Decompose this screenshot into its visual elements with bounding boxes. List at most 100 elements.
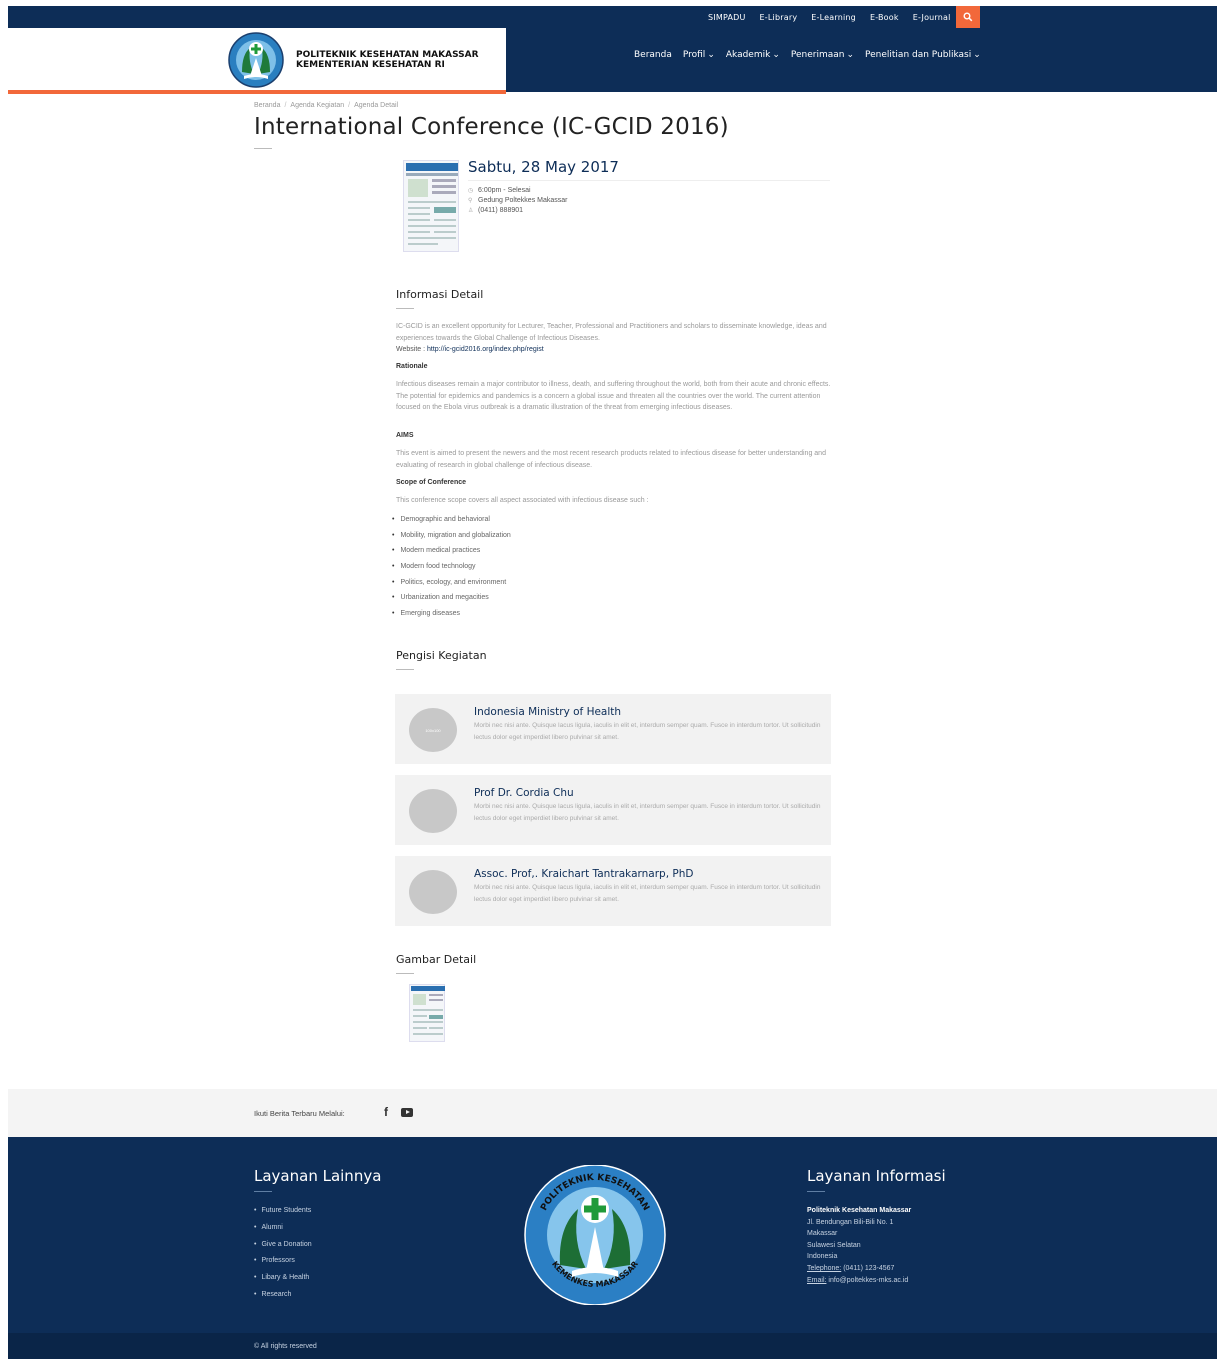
contact-country: Indonesia [807, 1253, 838, 1261]
list-item: Politics, ecology, and environment [392, 577, 511, 593]
event-place: Gedung Poltekkes Makassar [478, 197, 568, 204]
speaker-card[interactable]: Assoc. Prof,. Kraichart Tantrakarnarp, P… [395, 856, 831, 926]
logo-line-1: POLITEKNIK KESEHATAN MAKASSAR [296, 50, 479, 60]
nav-penerimaan[interactable]: Penerimaan ⌄ [791, 50, 854, 60]
nav-beranda[interactable]: Beranda [634, 50, 672, 60]
event-place-row: ⚲ Gedung Poltekkes Makassar [468, 197, 568, 204]
toplink-ebook[interactable]: E-Book [870, 13, 899, 22]
breadcrumb-agenda[interactable]: Agenda Kegiatan [290, 102, 344, 109]
footer-underline [254, 1191, 272, 1192]
social-strip: Ikuti Berita Terbaru Melalui: f [8, 1089, 1217, 1137]
gallery-image[interactable] [409, 984, 445, 1042]
toplink-simpadu[interactable]: SIMPADU [708, 13, 746, 22]
breadcrumb-separator: / [348, 102, 351, 109]
footer-link[interactable]: Give a Donation [254, 1241, 311, 1258]
avatar [409, 789, 457, 833]
footer-links: Future Students Alumni Give a Donation P… [254, 1207, 312, 1308]
poster-image-icon [411, 986, 445, 1035]
clock-icon: ◷ [468, 188, 474, 194]
scope-intro: This conference scope covers all aspect … [396, 497, 649, 504]
section-underline [396, 973, 414, 974]
speaker-description: Morbi nec nisi ante. Quisque lacus ligul… [474, 722, 821, 741]
nav-penelitian[interactable]: Penelitian dan Publikasi ⌄ [865, 50, 981, 60]
speaker-description: Morbi nec nisi ante. Quisque lacus ligul… [474, 803, 821, 822]
poltekkes-emblem-icon: POLITEKNIK KESEHATAN KEMENKES MAKASSAR [524, 1165, 666, 1305]
search-button[interactable] [956, 6, 980, 28]
aims-label: AIMS [396, 432, 414, 439]
footer-title-layanan-informasi: Layanan Informasi [807, 1167, 946, 1185]
nav-penerimaan-label: Penerimaan [790, 50, 845, 60]
email-label: Email: [807, 1276, 827, 1284]
contact-city: Makassar [807, 1230, 838, 1238]
list-item: Emerging diseases [392, 608, 511, 624]
speaker-card[interactable]: 100x100 Indonesia Ministry of Health Mor… [395, 694, 831, 764]
footer-link[interactable]: Alumni [254, 1224, 312, 1241]
speaker-name[interactable]: Indonesia Ministry of Health [474, 706, 621, 718]
nav-profil-label: Profil [682, 50, 706, 60]
footer-underline [807, 1191, 825, 1192]
speaker-name[interactable]: Assoc. Prof,. Kraichart Tantrakarnarp, P… [474, 868, 693, 880]
section-title-pengisi: Pengisi Kegiatan [396, 649, 487, 662]
contact-phone: (0411) 123-4567 [841, 1264, 895, 1272]
toplink-ejournal[interactable]: E-Journal [913, 13, 951, 22]
logo-line-2: KEMENTERIAN KESEHATAN RI [296, 60, 445, 70]
toplink-elearning[interactable]: E-Learning [811, 13, 856, 22]
list-item: Modern medical practices [392, 545, 511, 561]
logo-area[interactable]: POLITEKNIK KESEHATAN MAKASSAR KEMENTERIA… [8, 28, 506, 94]
chevron-down-icon: ⌄ [707, 50, 715, 60]
top-links: SIMPADU E-Library E-Learning E-Book E-Jo… [708, 6, 951, 28]
breadcrumb-beranda[interactable]: Beranda [254, 102, 280, 109]
facebook-icon[interactable]: f [384, 1105, 388, 1119]
section-title-informasi: Informasi Detail [396, 288, 484, 301]
main-nav: Beranda Profil ⌄ Akademik ⌄ Penerimaan ⌄ Pe… [634, 50, 981, 60]
list-item: Demographic and behavioral [392, 514, 511, 530]
nav-penelitian-label: Penelitian dan Publikasi [865, 50, 972, 60]
contact-address: Jl. Bendungan Bili-Bili No. 1 [807, 1218, 894, 1226]
footer: Layanan Lainnya Future Students Alumni G… [8, 1137, 1217, 1333]
poster-image-icon [406, 163, 458, 245]
footer-link[interactable]: Libary & Health [254, 1274, 312, 1291]
section-title-gambar: Gambar Detail [396, 953, 477, 966]
avatar [409, 870, 457, 914]
breadcrumb-current: Agenda Detail [354, 102, 399, 109]
list-item: Mobility, migration and globalization [392, 530, 510, 546]
event-time-row: ◷ 6:00pm - Selesai [468, 187, 531, 194]
website-label: Website : [396, 346, 427, 354]
speaker-description: Morbi nec nisi ante. Quisque lacus ligul… [474, 884, 821, 903]
social-label: Ikuti Berita Terbaru Melalui: [254, 1109, 345, 1118]
scope-list: Demographic and behavioral Mobility, mig… [392, 514, 511, 624]
scope-label: Scope of Conference [396, 479, 467, 486]
copyright: © All rights reserved [254, 1343, 317, 1350]
nav-profil[interactable]: Profil ⌄ [683, 50, 715, 60]
phone-label: Telephone: [807, 1264, 842, 1272]
youtube-icon[interactable] [401, 1108, 413, 1117]
nav-akademik[interactable]: Akademik ⌄ [726, 50, 780, 60]
event-poster-thumbnail[interactable] [403, 160, 459, 252]
footer-link[interactable]: Future Students [254, 1207, 312, 1224]
footer-title-layanan-lainnya: Layanan Lainnya [254, 1167, 382, 1185]
event-phone: (0411) 888901 [478, 207, 524, 214]
site-header: POLITEKNIK KESEHATAN MAKASSAR KEMENTERIA… [8, 28, 1217, 94]
avatar: 100x100 [409, 708, 457, 752]
rationale-paragraph: Infectious diseases remain a major contr… [396, 381, 831, 412]
logo-text: POLITEKNIK KESEHATAN MAKASSAR KEMENTERIA… [296, 50, 479, 70]
toplink-elibrary[interactable]: E-Library [760, 13, 798, 22]
chevron-down-icon: ⌄ [846, 50, 855, 60]
intro-paragraph: IC-GCID is an excellent opportunity for … [396, 321, 834, 356]
event-time: 6:00pm - Selesai [478, 187, 531, 194]
section-underline [396, 308, 414, 309]
contact-email[interactable]: info@poltekkes-mks.ac.id [826, 1277, 908, 1284]
breadcrumb-separator: / [284, 102, 287, 109]
contact-phone-row: Telephone: (0411) 123-4567 [807, 1263, 911, 1275]
list-item: Urbanization and megacities [392, 592, 511, 608]
website-link[interactable]: http://ic-gcid2016.org/index.php/regist [427, 346, 544, 353]
footer-link[interactable]: Research [254, 1291, 312, 1308]
speaker-name[interactable]: Prof Dr. Cordia Chu [474, 787, 574, 799]
event-date: Sabtu, 28 May 2017 [468, 158, 619, 176]
search-icon [963, 12, 973, 22]
speaker-card[interactable]: Prof Dr. Cordia Chu Morbi nec nisi ante.… [395, 775, 831, 845]
chevron-down-icon: ⌄ [772, 50, 780, 60]
page-title: International Conference (IC-GCID 2016) [254, 114, 729, 140]
footer-link[interactable]: Professors [254, 1257, 312, 1274]
intro-text: IC-GCID is an excellent opportunity for … [396, 323, 827, 342]
